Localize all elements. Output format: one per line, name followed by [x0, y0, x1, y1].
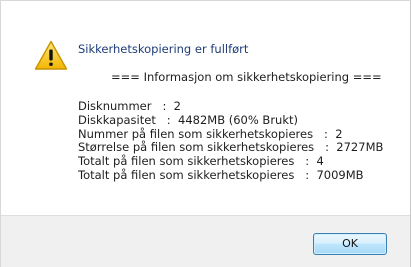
dialog-footer: OK — [1, 215, 410, 267]
dialog-content: Sikkerhetskopiering er fullført === Info… — [1, 1, 410, 215]
info-value: 4482MB (60% Brukt) — [178, 112, 298, 127]
info-row-file-number: Nummer på filen som sikkerhetskopieres :… — [78, 126, 383, 142]
info-header: === Informasjon om sikkerhetskopiering =… — [111, 70, 382, 84]
info-label: Størrelse på filen som sikkerhetskopiere… — [78, 140, 329, 155]
info-row-disk-capacity: Diskkapasitet : 4482MB (60% Brukt) — [78, 112, 383, 128]
info-label: Disknummer : — [78, 99, 167, 113]
backup-info-list: Disknummer : 2 Diskkapasitet : 4482MB (6… — [78, 99, 384, 183]
info-value: 2727MB — [336, 140, 384, 155]
ok-button[interactable]: OK — [313, 233, 387, 255]
warning-icon — [34, 40, 68, 70]
info-label: Nummer på filen som sikkerhetskopieres : — [78, 126, 328, 141]
info-value: 7009MB — [316, 167, 364, 182]
info-row-total-count: Totalt på filen som sikkerhetskopieres :… — [78, 154, 383, 169]
dialog-message: Sikkerhetskopiering er fullført — [78, 42, 249, 56]
info-label: Totalt på filen som sikkerhetskopieres : — [78, 167, 310, 182]
info-row-total-size: Totalt på filen som sikkerhetskopieres :… — [78, 167, 383, 183]
info-label: Diskkapasitet : — [78, 112, 171, 127]
info-row-disk-number: Disknummer : 2 — [78, 99, 383, 114]
info-value: 4 — [316, 154, 324, 169]
info-row-file-size: Størrelse på filen som sikkerhetskopiere… — [78, 140, 384, 155]
info-value: 2 — [173, 99, 181, 113]
info-label: Totalt på filen som sikkerhetskopieres : — [78, 154, 310, 169]
info-value: 2 — [335, 126, 343, 141]
backup-complete-dialog: Sikkerhetskopiering er fullført === Info… — [0, 0, 411, 267]
